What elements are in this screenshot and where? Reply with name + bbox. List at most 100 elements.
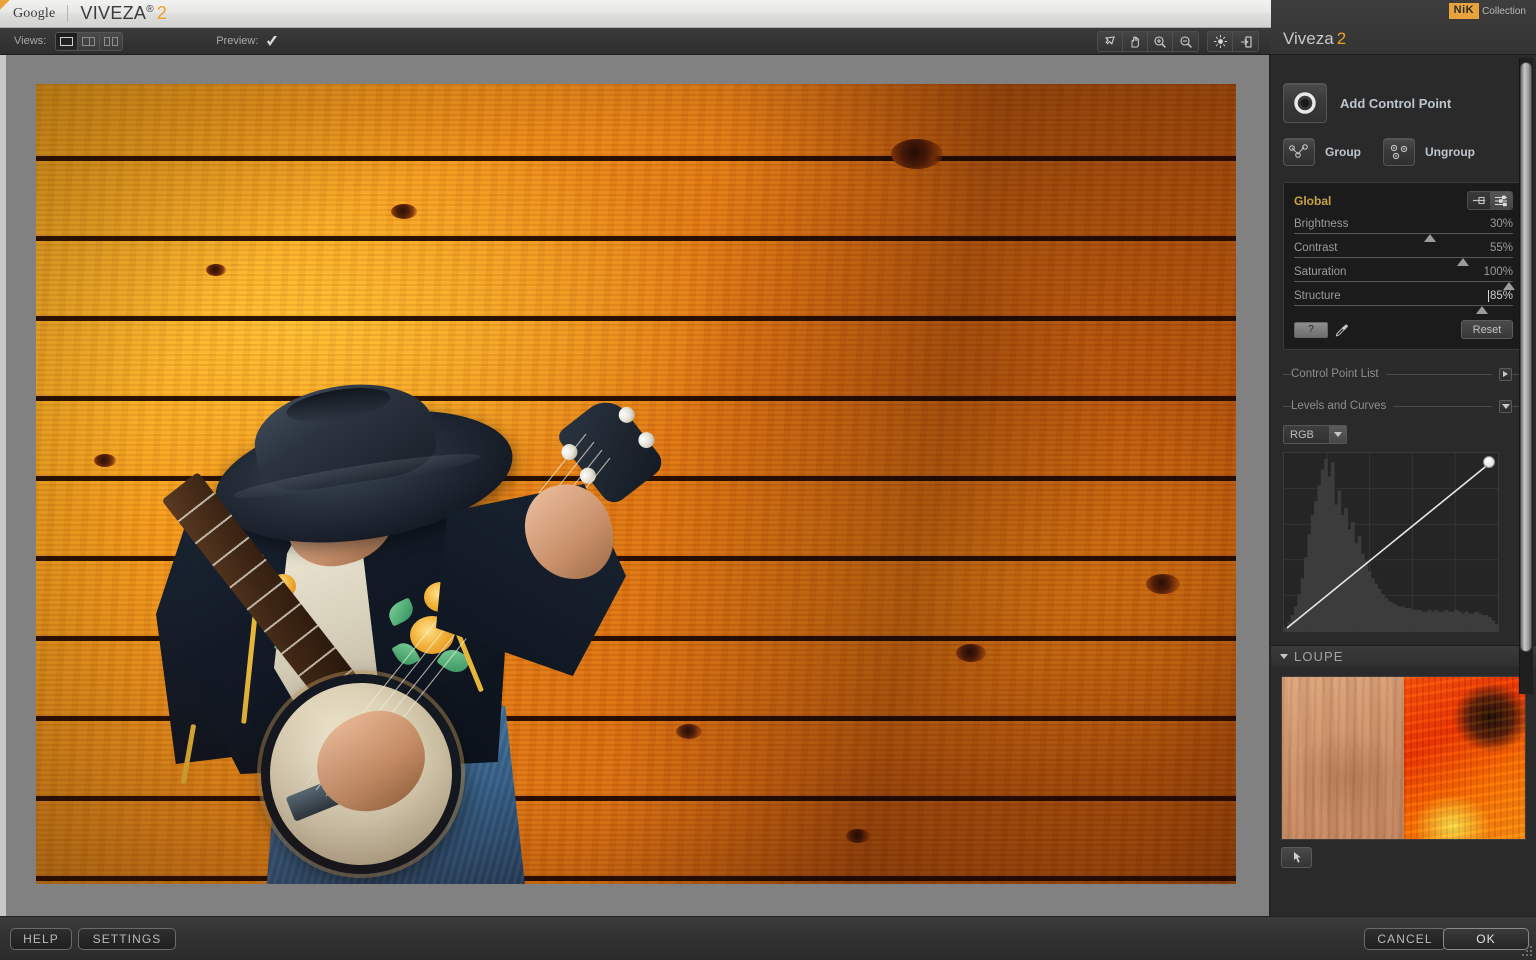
slider-structure-value[interactable]: 85%: [1487, 290, 1513, 302]
view-side-by-side-button[interactable]: [100, 32, 123, 50]
split-pane-icon: [82, 36, 96, 46]
sun-icon: [1213, 35, 1227, 48]
add-control-point-button[interactable]: [1283, 83, 1327, 123]
registered-mark: ®: [146, 4, 154, 15]
levels-and-curves-toggle[interactable]: [1499, 399, 1512, 413]
loupe-panel: [1271, 667, 1536, 868]
two-pane-icon: [104, 36, 119, 46]
slider-structure-track[interactable]: [1294, 305, 1513, 314]
loupe-label: LOUPE: [1294, 649, 1344, 664]
pan-tool-button[interactable]: [1123, 32, 1148, 51]
pointer-tool-button[interactable]: [1098, 32, 1123, 51]
add-control-point-label: Add Control Point: [1340, 95, 1452, 111]
arrow-into-box-icon: [1240, 35, 1252, 48]
reset-button[interactable]: Reset: [1461, 320, 1513, 339]
app-title: VIVEZA® 2: [80, 3, 167, 24]
slider-saturation-value[interactable]: 100%: [1484, 266, 1513, 278]
zoom-out-tool-button[interactable]: [1173, 32, 1198, 51]
image-canvas-area[interactable]: [0, 55, 1271, 916]
nik-logo-text: Collection: [1482, 5, 1526, 17]
slider-brightness-header: Brightness 30%: [1294, 218, 1513, 230]
title-divider: [67, 5, 69, 22]
control-point-list-toggle[interactable]: [1499, 367, 1512, 381]
curve-control-handle[interactable]: [1483, 456, 1495, 468]
group-button[interactable]: [1283, 138, 1315, 166]
single-slider-mode-button[interactable]: [1468, 192, 1490, 209]
chevron-down-icon: [1501, 403, 1510, 409]
background-brightness-button[interactable]: [1208, 32, 1233, 51]
slider-saturation[interactable]: Saturation 100%: [1294, 266, 1515, 290]
pin-arrow-icon: [1293, 851, 1301, 863]
channel-dropdown-arrow[interactable]: [1329, 426, 1346, 443]
chevron-down-icon: [1334, 432, 1342, 437]
photo-vignette: [36, 84, 1236, 884]
global-footer: ? Reset: [1294, 320, 1513, 339]
zoom-in-tool-button[interactable]: [1148, 32, 1173, 51]
section-control-point-list[interactable]: Control Point List: [1283, 366, 1524, 382]
canvas-inner: [0, 55, 1269, 916]
slider-contrast-header: Contrast 55%: [1294, 242, 1513, 254]
slider-mode-group: [1467, 191, 1513, 210]
section-levels-and-curves[interactable]: Levels and Curves: [1283, 398, 1524, 414]
bottom-bar: HELP SETTINGS CANCEL OK: [0, 916, 1536, 960]
loupe-before-preview: [1282, 677, 1404, 839]
slider-contrast-label: Contrast: [1294, 242, 1338, 254]
help-button[interactable]: HELP: [10, 928, 72, 950]
settings-button[interactable]: SETTINGS: [78, 928, 176, 950]
slider-saturation-track[interactable]: [1294, 281, 1515, 290]
panel-header: NiK Collection Viveza 2: [1271, 0, 1536, 55]
control-point-icon: [1294, 92, 1316, 114]
display-tool-group: [1207, 31, 1259, 52]
slider-contrast[interactable]: Contrast 55%: [1294, 242, 1513, 266]
slider-list-icon: [1494, 195, 1507, 206]
view-split-button[interactable]: [78, 32, 101, 50]
add-control-point-row[interactable]: Add Control Point: [1283, 83, 1524, 123]
checkmark-icon: [267, 35, 278, 46]
section-rule-left: [1283, 373, 1291, 375]
cancel-button[interactable]: CANCEL: [1364, 928, 1446, 950]
global-adjustments-panel: Global Brightness 30% Contrast 55% Satur…: [1283, 182, 1524, 350]
slider-brightness-value[interactable]: 30%: [1490, 218, 1513, 230]
slider-contrast-value[interactable]: 55%: [1490, 242, 1513, 254]
view-mode-group: [55, 31, 124, 51]
chevron-right-icon: [1503, 371, 1508, 377]
chevron-down-icon: [1280, 654, 1288, 659]
help-tooltip-button[interactable]: ?: [1294, 321, 1328, 338]
group-label: Group: [1325, 145, 1361, 159]
levels-and-curves-label: Levels and Curves: [1291, 400, 1387, 412]
eyedropper-button[interactable]: [1332, 321, 1352, 338]
slider-contrast-track[interactable]: [1294, 257, 1513, 266]
loupe-section-header[interactable]: LOUPE: [1271, 645, 1536, 667]
slider-structure-knob[interactable]: [1476, 306, 1489, 314]
ungroup-button[interactable]: [1383, 138, 1415, 166]
ok-button[interactable]: OK: [1443, 928, 1529, 950]
preview-label: Preview:: [216, 35, 259, 47]
loupe-preview[interactable]: [1281, 676, 1526, 840]
slider-brightness[interactable]: Brightness 30%: [1294, 218, 1513, 242]
preview-checkbox[interactable]: [266, 35, 278, 47]
slider-contrast-knob[interactable]: [1456, 258, 1469, 266]
global-header: Global: [1294, 191, 1513, 210]
slider-brightness-track[interactable]: [1294, 233, 1513, 242]
loupe-pin-button[interactable]: [1281, 847, 1312, 868]
slider-brightness-label: Brightness: [1294, 218, 1349, 230]
banjo-player-photo[interactable]: [36, 84, 1236, 884]
single-slider-icon: [1472, 196, 1485, 205]
view-single-button[interactable]: [56, 32, 79, 50]
slider-brightness-knob[interactable]: [1423, 234, 1436, 242]
navigation-tool-group: [1097, 31, 1199, 52]
all-sliders-mode-button[interactable]: [1490, 192, 1512, 209]
slider-saturation-header: Saturation 100%: [1294, 266, 1513, 278]
cursor-arrow-icon: [1104, 35, 1115, 45]
views-label: Views:: [14, 35, 47, 47]
viveza-side-panel: NiK Collection Viveza 2 Add Control Point: [1271, 0, 1536, 916]
slider-saturation-knob[interactable]: [1502, 282, 1515, 290]
slider-structure[interactable]: Structure 85%: [1294, 290, 1513, 314]
collapse-panel-button[interactable]: [1233, 32, 1258, 51]
panel-scrollbar-thumb[interactable]: [1520, 62, 1532, 652]
app-title-name: VIVEZA: [80, 3, 147, 23]
group-points-icon: [1289, 144, 1308, 158]
channel-dropdown[interactable]: RGB: [1283, 425, 1347, 444]
levels-curves-graph[interactable]: [1283, 452, 1499, 632]
resize-grip[interactable]: [1521, 945, 1533, 957]
